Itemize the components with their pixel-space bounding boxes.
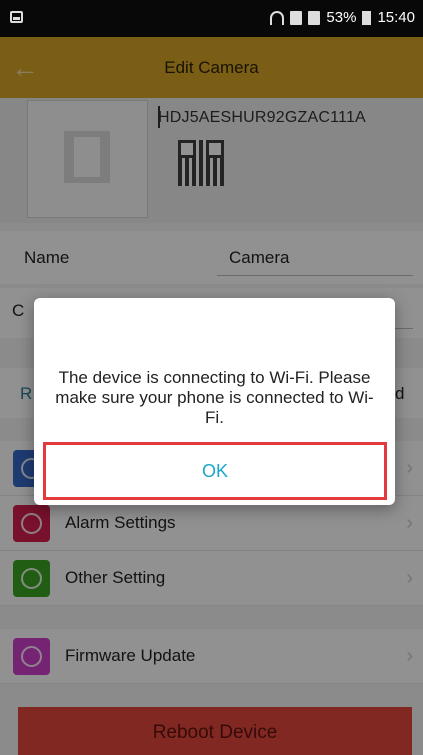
signal-icon xyxy=(308,10,321,25)
screenshot-icon xyxy=(10,11,23,23)
battery-percent: 53% xyxy=(326,9,357,26)
ok-button[interactable]: OK xyxy=(43,442,387,498)
status-icons: 53% 15:40 xyxy=(270,9,415,26)
wifi-connect-dialog: The device is connecting to Wi-Fi. Pleas… xyxy=(34,298,395,505)
wifi-icon xyxy=(270,10,285,25)
sim-icon xyxy=(290,10,303,25)
clock: 15:40 xyxy=(377,9,415,26)
battery-icon xyxy=(362,10,372,25)
dialog-message: The device is connecting to Wi-Fi. Pleas… xyxy=(55,368,374,427)
status-bar: 53% 15:40 xyxy=(0,0,423,37)
